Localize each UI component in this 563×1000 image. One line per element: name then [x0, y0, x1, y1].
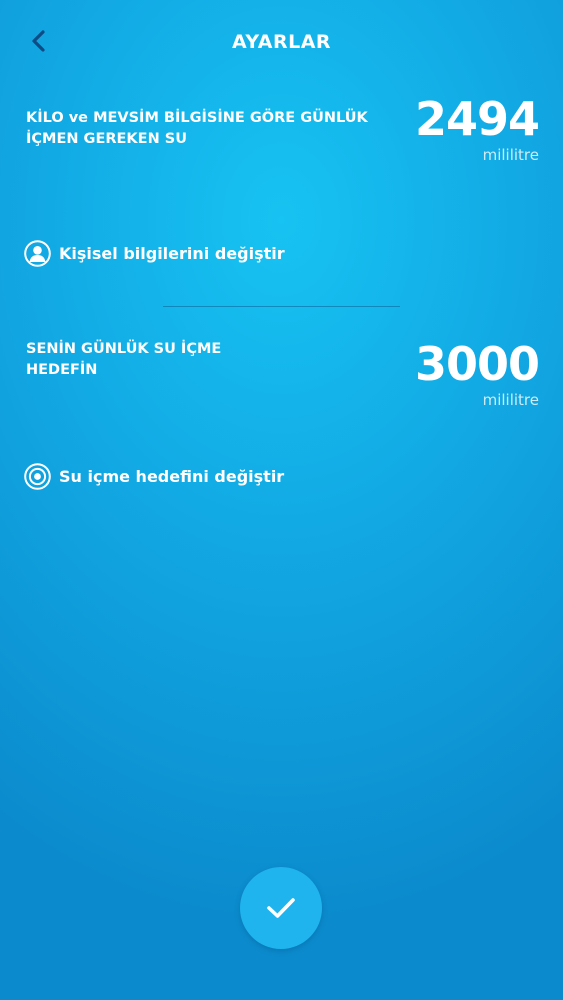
section-divider: [163, 306, 400, 307]
change-personal-info-label: Kişisel bilgilerini değiştir: [59, 244, 285, 263]
change-personal-info-link[interactable]: Kişisel bilgilerini değiştir: [24, 240, 285, 267]
confirm-button[interactable]: [240, 867, 322, 949]
change-goal-label: Su içme hedefini değiştir: [59, 467, 285, 486]
user-icon: [24, 240, 51, 267]
checkmark-icon: [267, 898, 295, 918]
recommended-intake-label: KİLO ve MEVSİM BİLGİSİNE GÖRE GÜNLÜK İÇM…: [26, 108, 368, 150]
daily-goal-label-line1: SENİN GÜNLÜK SU İÇME: [26, 341, 222, 357]
recommended-intake-label-line1: KİLO ve MEVSİM BİLGİSİNE GÖRE GÜNLÜK: [26, 110, 368, 126]
daily-goal-value-block: 3000 mililitre: [414, 337, 540, 409]
recommended-intake-value-block: 2494 mililitre: [414, 92, 540, 164]
recommended-intake-unit: mililitre: [482, 146, 539, 164]
daily-goal-value: 3000: [414, 337, 540, 391]
daily-goal-label-line2: HEDEFİN: [26, 362, 98, 378]
daily-goal-unit: mililitre: [482, 391, 539, 409]
recommended-intake-value: 2494: [414, 92, 540, 146]
page-title: AYARLAR: [231, 31, 332, 53]
daily-goal-label: SENİN GÜNLÜK SU İÇME HEDEFİN: [26, 339, 221, 381]
recommended-intake-label-line2: İÇMEN GEREKEN SU: [26, 131, 187, 147]
change-goal-link[interactable]: Su içme hedefini değiştir: [24, 463, 284, 490]
header-bar: AYARLAR: [0, 0, 563, 84]
target-icon: [24, 463, 51, 490]
